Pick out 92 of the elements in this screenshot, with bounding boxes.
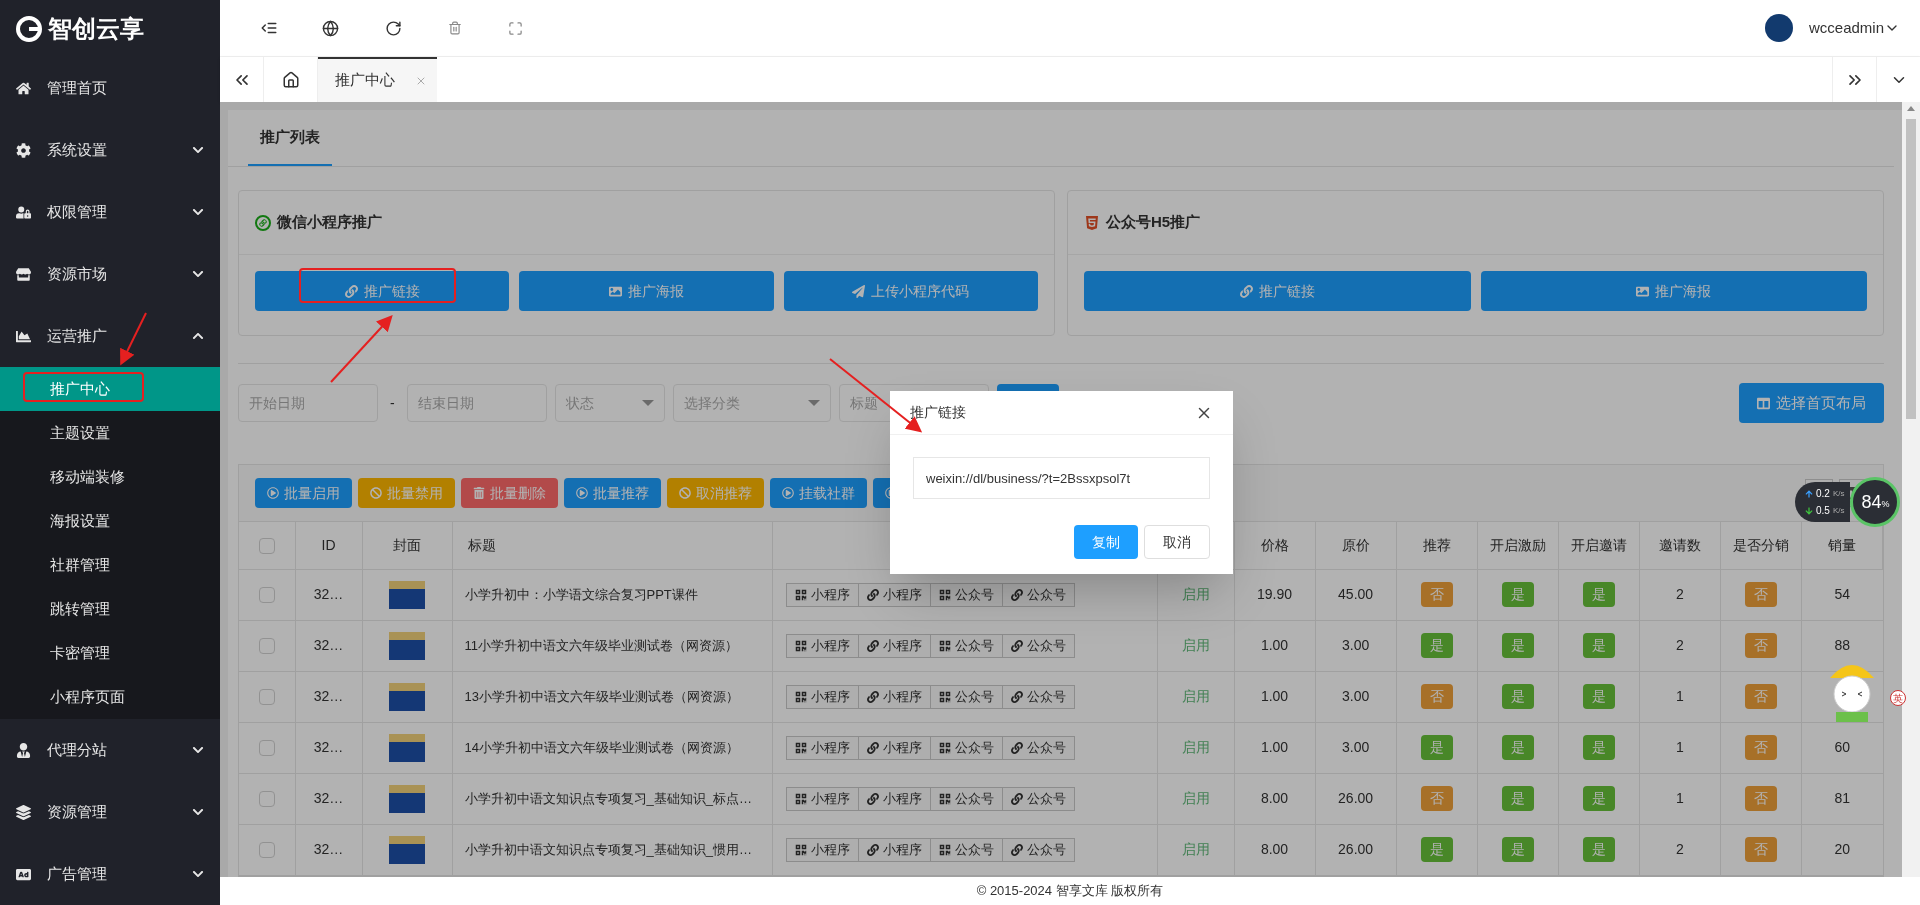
status-badge: 否 xyxy=(1420,786,1453,811)
table-cell: 小学升初中语文知识点专项复习_基础知识_惯用… xyxy=(452,824,772,875)
sidebar-item-label: 资源市场 xyxy=(47,263,108,284)
status-badge: 是 xyxy=(1501,786,1534,811)
table-cell: 32… xyxy=(295,824,362,875)
table-cell: 11小学升初中语文六年级毕业测试卷（网资源） xyxy=(452,620,772,671)
sidebar-item-label: 代理分站 xyxy=(47,739,108,760)
table-cell: 26.00 xyxy=(1315,824,1397,875)
column-header: 价格 xyxy=(1234,522,1316,569)
status-badge: 否 xyxy=(1744,837,1777,862)
table-cell: 20 xyxy=(1801,824,1883,875)
column-header: 标题 xyxy=(452,522,772,569)
table-cell: 26.00 xyxy=(1315,773,1397,824)
status-badge: 否 xyxy=(1420,684,1453,709)
column-header: 开启激励 xyxy=(1477,522,1559,569)
table-cell: 启用 xyxy=(1157,824,1234,875)
table-cell: 1.00 xyxy=(1234,722,1316,773)
table-cell: 2 xyxy=(1639,569,1721,620)
percent-sign: % xyxy=(1881,499,1890,512)
table-cell: 启用 xyxy=(1157,773,1234,824)
table-cell: 32… xyxy=(295,722,362,773)
sidebar-item-label: 广告管理 xyxy=(47,863,108,884)
table-cell: 启用 xyxy=(1157,671,1234,722)
table-cell: 小学升初中：小学语文综合复习PPT课件 xyxy=(452,569,772,620)
status-badge: 是 xyxy=(1501,684,1534,709)
table-cell: 启用 xyxy=(1157,722,1234,773)
table-cell: 启用 xyxy=(1157,620,1234,671)
status-badge: 是 xyxy=(1420,837,1453,862)
column-header: 推荐 xyxy=(1396,522,1478,569)
usage-percent: 84 xyxy=(1861,490,1882,514)
table-cell: 8.00 xyxy=(1234,773,1316,824)
status-badge: 是 xyxy=(1501,735,1534,760)
status-badge: 否 xyxy=(1744,582,1777,607)
page-tab-label: 推广中心 xyxy=(335,70,395,91)
status-badge: 是 xyxy=(1582,582,1615,607)
sidebar-item-label: 资源管理 xyxy=(47,801,108,822)
column-header: 邀请数 xyxy=(1639,522,1721,569)
table-cell: 小学升初中语文知识点专项复习_基础知识_标点… xyxy=(452,773,772,824)
table-cell: 3.00 xyxy=(1315,620,1397,671)
table-cell: 81 xyxy=(1801,773,1883,824)
table-cell: 19.90 xyxy=(1234,569,1316,620)
range-dash: - xyxy=(389,393,396,413)
status-badge: 否 xyxy=(1744,633,1777,658)
table-cell: 8.00 xyxy=(1234,824,1316,875)
table-cell: 13小学升初中语文六年级毕业测试卷（网资源） xyxy=(452,671,772,722)
sidebar-item-label: 系统设置 xyxy=(47,139,108,160)
column-header: ID xyxy=(295,522,362,569)
column-header: 封面 xyxy=(362,522,452,569)
status-badge: 是 xyxy=(1582,786,1615,811)
table-cell: 45.00 xyxy=(1315,569,1397,620)
table-cell: 1.00 xyxy=(1234,620,1316,671)
status-badge: 是 xyxy=(1420,633,1453,658)
sidebar-item-label: 管理首页 xyxy=(47,77,108,98)
upload-speed: 0.2 xyxy=(1816,487,1830,501)
status-badge: 是 xyxy=(1582,684,1615,709)
table-cell: 2 xyxy=(1639,620,1721,671)
column-header: 原价 xyxy=(1315,522,1397,569)
sidebar-item-label: 权限管理 xyxy=(47,201,108,222)
brand-name: 智创云享 xyxy=(48,13,144,44)
table-cell: 3.00 xyxy=(1315,722,1397,773)
table-cell: 32… xyxy=(295,671,362,722)
table-cell: 1 xyxy=(1639,773,1721,824)
table-cell: 2 xyxy=(1639,824,1721,875)
status-badge: 否 xyxy=(1744,735,1777,760)
download-speed: 0.5 xyxy=(1816,504,1830,518)
status-badge: 是 xyxy=(1501,633,1534,658)
status-badge: 是 xyxy=(1582,837,1615,862)
speed-unit: K/s xyxy=(1832,504,1845,517)
table-cell: 54 xyxy=(1801,569,1883,620)
table-cell: 14小学升初中语文六年级毕业测试卷（网资源） xyxy=(452,722,772,773)
status-badge: 否 xyxy=(1420,582,1453,607)
card-title: 公众号H5推广 xyxy=(1106,212,1201,233)
table-cell: 32… xyxy=(295,620,362,671)
status-badge: 否 xyxy=(1744,786,1777,811)
dialog-title: 推广链接 xyxy=(910,403,966,422)
column-header: 开启邀请 xyxy=(1558,522,1640,569)
table-cell: 3.00 xyxy=(1315,671,1397,722)
speed-unit: K/s xyxy=(1832,487,1845,500)
table-cell: 1.00 xyxy=(1234,671,1316,722)
status-badge: 是 xyxy=(1582,735,1615,760)
status-badge: 是 xyxy=(1420,735,1453,760)
table-cell: 1 xyxy=(1639,671,1721,722)
table-cell: 32… xyxy=(295,569,362,620)
status-badge: 是 xyxy=(1501,837,1534,862)
status-badge: 是 xyxy=(1582,633,1615,658)
table-cell: 1 xyxy=(1639,722,1721,773)
status-badge: 是 xyxy=(1501,582,1534,607)
column-header: 是否分销 xyxy=(1720,522,1802,569)
sidebar-item-label: 运营推广 xyxy=(47,325,108,346)
table-cell: 32… xyxy=(295,773,362,824)
card-title: 微信小程序推广 xyxy=(277,212,382,233)
status-badge: 否 xyxy=(1744,684,1777,709)
